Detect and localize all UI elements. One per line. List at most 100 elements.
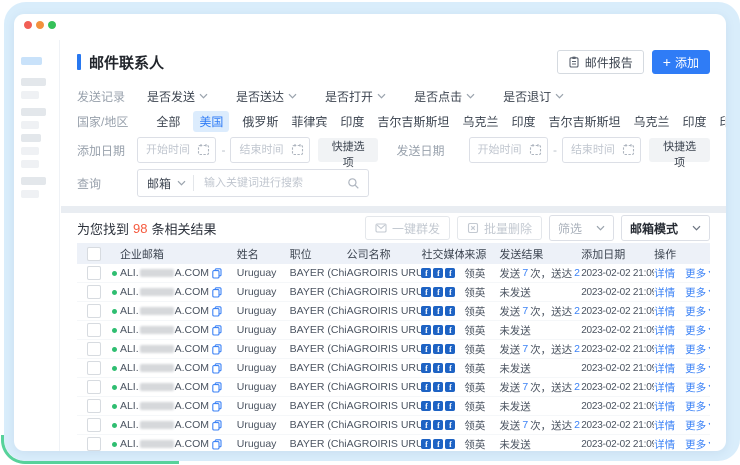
row-checkbox[interactable] [87,285,101,299]
more-link[interactable]: 更多 [685,266,710,281]
facebook-icon[interactable]: f [421,325,431,335]
bulk-delete-button[interactable]: 批量删除 [457,216,542,240]
search-icon[interactable] [347,177,360,190]
country-chip-0[interactable]: 全部 [156,113,180,130]
country-chip-2[interactable]: 俄罗斯 [242,113,278,130]
detail-link[interactable]: 详情 [654,342,675,357]
send-date-end-input[interactable] [562,137,641,163]
facebook-icon[interactable]: f [421,268,431,278]
copy-email-icon[interactable] [212,287,222,298]
maximize-window-dot[interactable] [48,21,56,29]
filter-tab-2[interactable]: 是否打开 [325,88,386,105]
keyword-search-input[interactable]: 邮箱 [137,169,369,197]
sidebar-skeleton-item[interactable] [21,134,41,142]
send-date-end-field[interactable] [569,143,629,157]
sidebar-skeleton-item[interactable] [21,147,39,155]
row-checkbox[interactable] [87,266,101,280]
more-link[interactable]: 更多 [685,285,710,300]
filter-tab-0[interactable]: 是否发送 [147,88,208,105]
detail-link[interactable]: 详情 [654,437,675,452]
facebook-icon[interactable]: f [421,287,431,297]
close-window-dot[interactable] [24,21,32,29]
detail-link[interactable]: 详情 [654,304,675,319]
filter-tab-1[interactable]: 是否送达 [236,88,297,105]
facebook-icon[interactable]: f [421,382,431,392]
add-date-start-field[interactable] [144,143,204,157]
add-date-end-field[interactable] [237,143,297,157]
copy-email-icon[interactable] [212,363,222,374]
detail-link[interactable]: 详情 [654,361,675,376]
row-checkbox[interactable] [87,361,101,375]
facebook-icon[interactable]: f [445,325,455,335]
sidebar-skeleton-item[interactable] [21,190,39,198]
send-date-start-field[interactable] [476,143,536,157]
copy-email-icon[interactable] [212,420,222,431]
add-date-start-input[interactable] [137,137,216,163]
country-chip-4[interactable]: 印度 [340,113,364,130]
facebook-icon[interactable]: f [421,344,431,354]
facebook-icon[interactable]: f [433,325,443,335]
facebook-icon[interactable]: f [421,401,431,411]
filter-tab-4[interactable]: 是否退订 [503,88,564,105]
facebook-icon[interactable]: f [433,401,443,411]
add-button[interactable]: + 添加 [652,50,710,74]
country-chip-5[interactable]: 吉尔吉斯斯坦 [377,113,449,130]
copy-email-icon[interactable] [212,439,222,450]
search-field[interactable] [202,176,347,190]
facebook-icon[interactable]: f [421,363,431,373]
facebook-icon[interactable]: f [445,268,455,278]
copy-email-icon[interactable] [212,401,222,412]
copy-email-icon[interactable] [212,325,222,336]
detail-link[interactable]: 详情 [654,285,675,300]
detail-link[interactable]: 详情 [654,418,675,433]
facebook-icon[interactable]: f [421,306,431,316]
filter-select[interactable]: 筛选 [549,215,614,241]
detail-link[interactable]: 详情 [654,380,675,395]
country-chip-10[interactable]: 印度 [683,113,707,130]
country-chip-9[interactable]: 乌克兰 [633,113,669,130]
facebook-icon[interactable]: f [445,439,455,449]
facebook-icon[interactable]: f [445,363,455,373]
copy-email-icon[interactable] [212,382,222,393]
more-link[interactable]: 更多 [685,304,710,319]
sidebar-skeleton-item[interactable] [21,78,46,86]
facebook-icon[interactable]: f [433,439,443,449]
more-link[interactable]: 更多 [685,437,710,452]
row-checkbox[interactable] [87,323,101,337]
facebook-icon[interactable]: f [433,268,443,278]
query-type-select[interactable]: 邮箱 [147,175,171,192]
country-chip-11[interactable]: 印度 [720,113,726,130]
country-chip-7[interactable]: 印度 [511,113,535,130]
facebook-icon[interactable]: f [445,382,455,392]
facebook-icon[interactable]: f [433,382,443,392]
row-checkbox[interactable] [87,304,101,318]
detail-link[interactable]: 详情 [654,399,675,414]
facebook-icon[interactable]: f [433,344,443,354]
country-chip-8[interactable]: 吉尔吉斯斯坦 [548,113,620,130]
more-link[interactable]: 更多 [685,323,710,338]
facebook-icon[interactable]: f [445,344,455,354]
row-checkbox[interactable] [87,342,101,356]
more-link[interactable]: 更多 [685,361,710,376]
filter-tab-3[interactable]: 是否点击 [414,88,475,105]
facebook-icon[interactable]: f [433,420,443,430]
bulk-send-button[interactable]: 一键群发 [365,216,450,240]
facebook-icon[interactable]: f [445,401,455,411]
facebook-icon[interactable]: f [433,306,443,316]
facebook-icon[interactable]: f [433,287,443,297]
send-date-quick-options-button[interactable]: 快捷选项 [649,138,710,162]
country-chip-1[interactable]: 美国 [193,111,229,132]
row-checkbox[interactable] [87,437,101,451]
detail-link[interactable]: 详情 [654,323,675,338]
facebook-icon[interactable]: f [445,287,455,297]
minimize-window-dot[interactable] [36,21,44,29]
mailbox-mode-select[interactable]: 邮箱模式 [621,215,710,241]
facebook-icon[interactable]: f [421,420,431,430]
copy-email-icon[interactable] [212,268,222,279]
mail-report-button[interactable]: 邮件报告 [557,50,644,74]
facebook-icon[interactable]: f [445,420,455,430]
facebook-icon[interactable]: f [445,306,455,316]
country-chip-6[interactable]: 乌克兰 [462,113,498,130]
row-checkbox[interactable] [87,399,101,413]
add-date-end-input[interactable] [230,137,309,163]
